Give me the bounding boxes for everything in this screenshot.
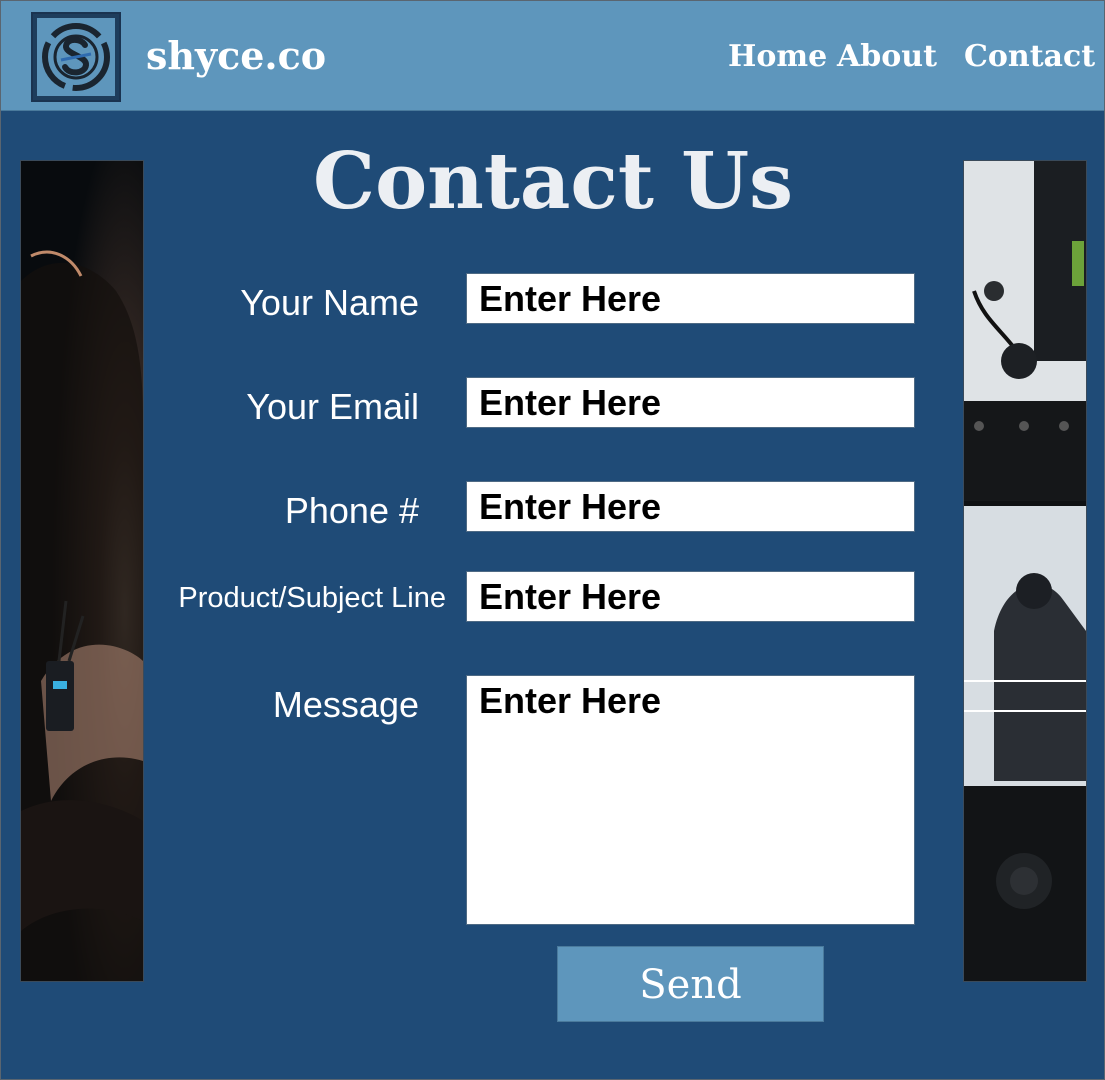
- subject-input[interactable]: Enter Here: [466, 571, 915, 622]
- name-label: Your Name: [240, 282, 419, 323]
- phone-input[interactable]: Enter Here: [466, 481, 915, 532]
- phone-label: Phone #: [284, 490, 419, 531]
- left-photo-image: [21, 161, 143, 981]
- page-title: Contact Us: [313, 136, 793, 227]
- message-textarea[interactable]: Enter Here: [466, 675, 915, 925]
- left-side-photo: [20, 160, 144, 982]
- email-label: Your Email: [246, 386, 419, 427]
- name-input[interactable]: Enter Here: [466, 273, 915, 324]
- message-label: Message: [272, 684, 419, 725]
- title-area: Contact Us: [0, 0, 1105, 240]
- send-button[interactable]: Send: [557, 946, 824, 1022]
- right-side-photo: [963, 160, 1087, 982]
- right-photo-image: [964, 161, 1086, 981]
- subject-label: Product/Subject Line: [178, 582, 446, 614]
- email-input[interactable]: Enter Here: [466, 377, 915, 428]
